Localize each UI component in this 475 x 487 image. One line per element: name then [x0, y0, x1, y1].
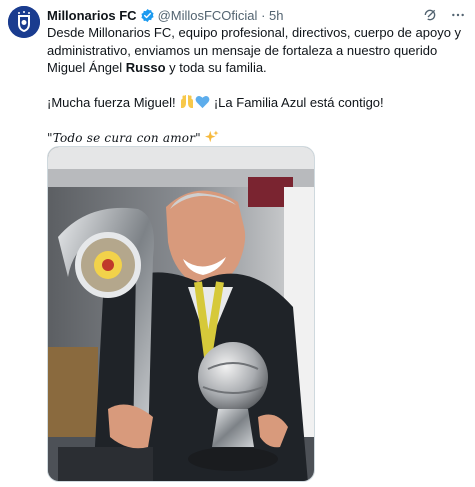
- text-run: y toda su familia.: [165, 60, 267, 75]
- bold-name: Russo: [125, 60, 166, 75]
- grok-icon[interactable]: [421, 6, 439, 24]
- tweet-photo[interactable]: [47, 146, 315, 482]
- raised-hands-emoji: [179, 94, 195, 114]
- more-icon[interactable]: [449, 6, 467, 24]
- timestamp[interactable]: 5h: [269, 8, 283, 23]
- photo-image: [48, 147, 314, 481]
- text-run: ¡Mucha fuerza Miguel!: [47, 94, 180, 110]
- quote-text: "Todo se cura con amor": [47, 131, 201, 145]
- tweet-text: Desde Millonarios FC, equipo profesional…: [47, 24, 465, 150]
- handle[interactable]: @MillosFCOficial: [158, 8, 258, 23]
- tweet-paragraph-1: Desde Millonarios FC, equipo profesional…: [47, 24, 465, 77]
- avatar[interactable]: [8, 6, 40, 38]
- text-run: ¡La Familia Azul está contigo!: [210, 94, 384, 110]
- blue-heart-emoji: [195, 95, 210, 114]
- separator: ·: [261, 8, 266, 23]
- tweet: Millonarios FC @MillosFCOficial · 5h Desd…: [0, 0, 475, 487]
- tweet-tools: [421, 6, 467, 24]
- tweet-paragraph-2: ¡Mucha fuerza Miguel! ¡La Familia Azul e…: [47, 94, 465, 114]
- millonarios-crest-icon: [8, 6, 40, 38]
- display-name[interactable]: Millonarios FC: [47, 8, 137, 23]
